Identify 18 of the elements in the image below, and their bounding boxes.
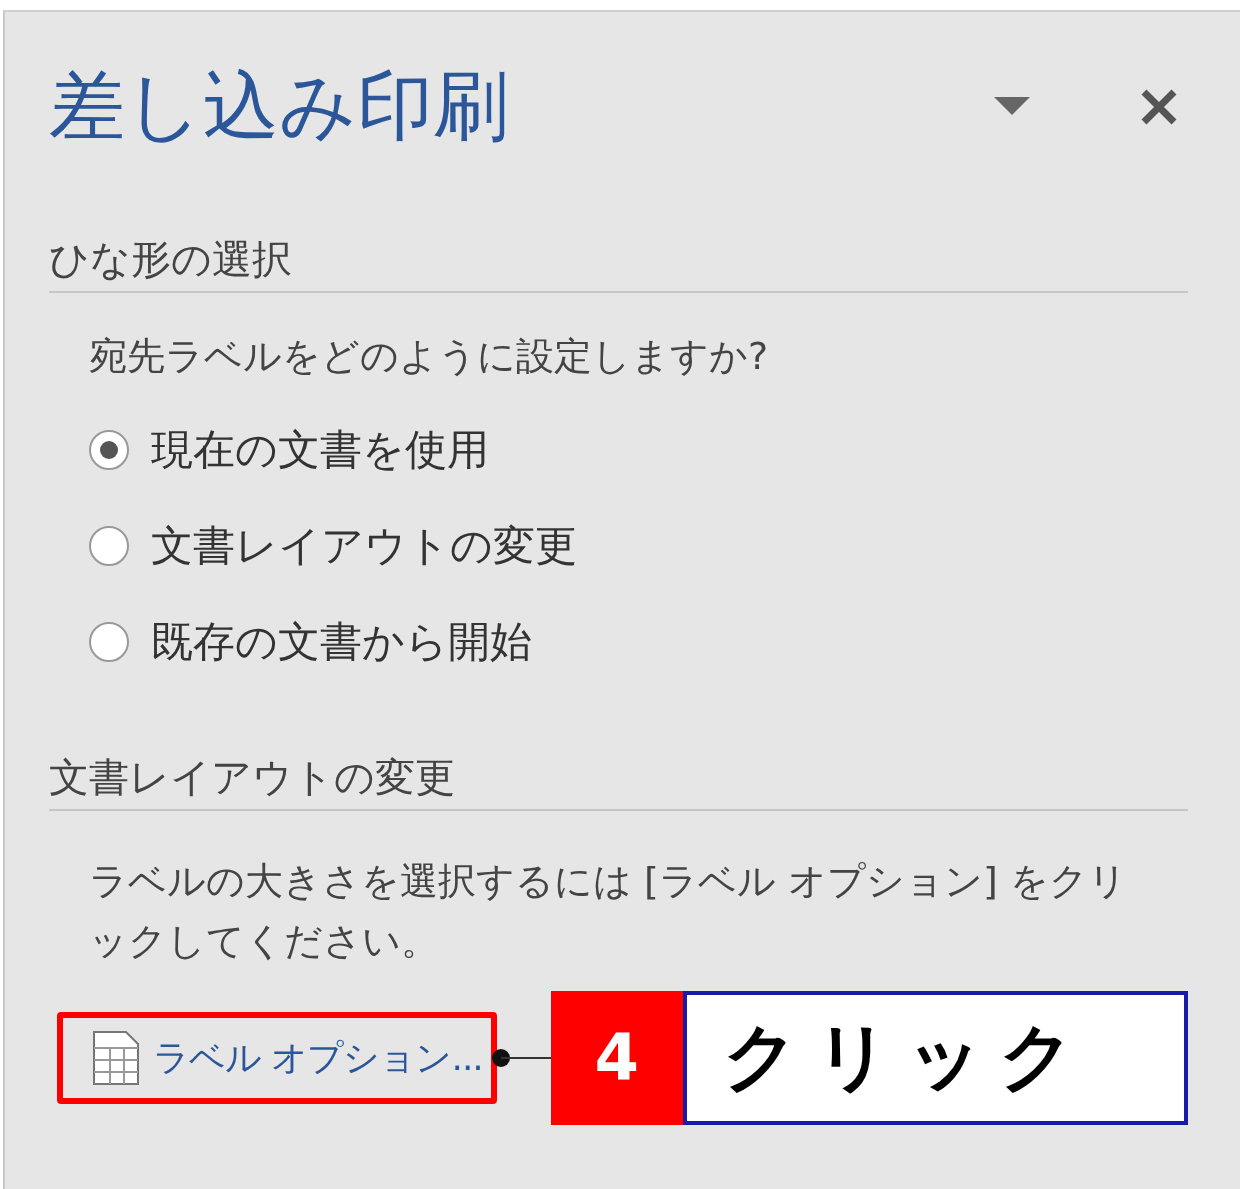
leader-line <box>490 1048 551 1068</box>
step-number: 4 <box>550 991 683 1125</box>
pane-title: 差し込み印刷 <box>49 59 509 152</box>
label-options-link[interactable]: ラベル オプション... <box>93 1030 483 1086</box>
close-icon[interactable] <box>1140 88 1178 126</box>
radio-button[interactable] <box>89 430 129 470</box>
section-heading: ひな形の選択 <box>49 232 1188 293</box>
radio-button[interactable] <box>89 622 129 662</box>
option-label[interactable]: 既存の文書から開始 <box>151 614 532 670</box>
callout-label: クリック <box>682 991 1188 1125</box>
radio-button[interactable] <box>89 526 129 566</box>
option-label[interactable]: 文書レイアウトの変更 <box>151 518 577 574</box>
section-heading: 文書レイアウトの変更 <box>49 750 1188 811</box>
description-text: ラベルの大きさを選択するには [ラベル オプション] をクリックしてください。 <box>89 858 1128 965</box>
option-label[interactable]: 現在の文書を使用 <box>151 422 489 478</box>
dropdown-icon[interactable] <box>994 97 1030 117</box>
question-text: 宛先ラベルをどのように設定しますか? <box>89 333 770 380</box>
document-icon <box>93 1031 139 1085</box>
